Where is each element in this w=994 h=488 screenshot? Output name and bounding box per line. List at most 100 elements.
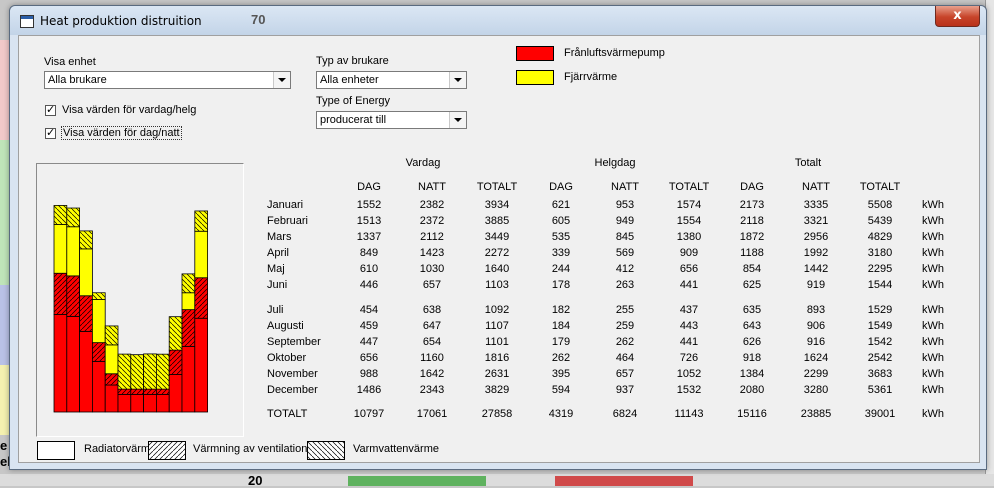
unit-label: kWh bbox=[922, 368, 944, 380]
table-cell: 255 bbox=[615, 304, 635, 316]
table-cell: 3449 bbox=[484, 231, 510, 243]
table-cell: 443 bbox=[679, 320, 699, 332]
client-area: Visa enhet Alla brukare Visa värden för … bbox=[18, 35, 980, 463]
table-cell: 182 bbox=[551, 304, 571, 316]
column-header: NATT bbox=[611, 181, 639, 193]
table-cell: 3335 bbox=[803, 199, 829, 211]
table-cell: 726 bbox=[679, 352, 699, 364]
table-cell: 339 bbox=[551, 247, 571, 259]
row-month-label: Oktober bbox=[267, 352, 307, 364]
table-cell: 1513 bbox=[356, 215, 382, 227]
column-header: TOTALT bbox=[668, 181, 710, 193]
table-cell: 244 bbox=[551, 263, 571, 275]
table-cell: 1640 bbox=[484, 263, 510, 275]
table-cell: 3934 bbox=[484, 199, 510, 211]
unit-label: kWh bbox=[922, 320, 944, 332]
total-cell: 39001 bbox=[864, 408, 896, 420]
column-header: DAG bbox=[549, 181, 573, 193]
table-cell: 179 bbox=[551, 336, 571, 348]
table-cell: 1486 bbox=[356, 384, 382, 396]
table-cell: 3321 bbox=[803, 215, 829, 227]
table-cell: 918 bbox=[742, 352, 762, 364]
table-cell: 916 bbox=[806, 336, 826, 348]
total-cell: 17061 bbox=[416, 408, 448, 420]
table-cell: 178 bbox=[551, 279, 571, 291]
table-cell: 3280 bbox=[803, 384, 829, 396]
table-cell: 5361 bbox=[867, 384, 893, 396]
table-cell: 626 bbox=[742, 336, 762, 348]
table-cell: 638 bbox=[422, 304, 442, 316]
table-cell: 1384 bbox=[739, 368, 765, 380]
table-cell: 949 bbox=[615, 215, 635, 227]
table-cell: 1442 bbox=[803, 263, 829, 275]
unit-label: kWh bbox=[922, 263, 944, 275]
table-cell: 953 bbox=[615, 199, 635, 211]
table-cell: 262 bbox=[551, 352, 571, 364]
table-cell: 906 bbox=[806, 320, 826, 332]
table-cell: 263 bbox=[615, 279, 635, 291]
table-cell: 412 bbox=[615, 263, 635, 275]
bg-red-bar bbox=[555, 476, 693, 486]
table-cell: 1642 bbox=[419, 368, 445, 380]
table-cell: 1188 bbox=[740, 247, 764, 259]
table-cell: 1423 bbox=[419, 247, 445, 259]
window-title: Heat produktion distruition bbox=[40, 14, 202, 28]
table-cell: 2382 bbox=[419, 199, 445, 211]
table-cell: 395 bbox=[551, 368, 571, 380]
column-header: NATT bbox=[418, 181, 446, 193]
title-bar[interactable]: Heat produktion distruition 70 x bbox=[10, 6, 986, 35]
table-cell: 849 bbox=[359, 247, 379, 259]
table-cell: 656 bbox=[679, 263, 699, 275]
table-cell: 893 bbox=[806, 304, 826, 316]
unit-label: kWh bbox=[922, 336, 944, 348]
bg-green-bar bbox=[348, 476, 486, 486]
table-cell: 1160 bbox=[420, 352, 444, 364]
total-cell: 27858 bbox=[481, 408, 513, 420]
total-cell: 23885 bbox=[800, 408, 832, 420]
column-header: DAG bbox=[740, 181, 764, 193]
group-header-helgdag: Helgdag bbox=[594, 157, 636, 169]
table-cell: 1992 bbox=[803, 247, 829, 259]
table-cell: 454 bbox=[359, 304, 379, 316]
energy-table: Vardag Helgdag Totalt DAG NATT TOTALT DAG NA… bbox=[19, 36, 979, 462]
column-header: TOTALT bbox=[476, 181, 518, 193]
table-cell: 2295 bbox=[867, 263, 893, 275]
unit-label: kWh bbox=[922, 247, 944, 259]
table-cell: 1103 bbox=[485, 279, 509, 291]
total-cell: 15116 bbox=[737, 408, 767, 420]
table-cell: 3180 bbox=[867, 247, 893, 259]
table-cell: 1542 bbox=[867, 336, 893, 348]
unit-label: kWh bbox=[922, 304, 944, 316]
table-cell: 1030 bbox=[419, 263, 445, 275]
table-cell: 437 bbox=[679, 304, 699, 316]
table-cell: 656 bbox=[359, 352, 379, 364]
table-cell: 1552 bbox=[356, 199, 382, 211]
unit-label: kWh bbox=[922, 384, 944, 396]
table-cell: 446 bbox=[359, 279, 379, 291]
table-cell: 854 bbox=[742, 263, 762, 275]
table-cell: 1532 bbox=[676, 384, 702, 396]
close-button[interactable]: x bbox=[935, 6, 980, 27]
table-cell: 1624 bbox=[803, 352, 829, 364]
group-header-totalt: Totalt bbox=[794, 157, 822, 169]
table-cell: 3885 bbox=[484, 215, 510, 227]
table-cell: 2631 bbox=[484, 368, 510, 380]
table-cell: 184 bbox=[551, 320, 571, 332]
table-cell: 605 bbox=[551, 215, 571, 227]
table-cell: 459 bbox=[359, 320, 379, 332]
table-cell: 643 bbox=[742, 320, 762, 332]
unit-label: kWh bbox=[922, 408, 944, 420]
table-cell: 909 bbox=[679, 247, 699, 259]
table-cell: 535 bbox=[551, 231, 571, 243]
table-cell: 845 bbox=[615, 231, 635, 243]
bg-letter: e bbox=[0, 438, 8, 453]
row-month-label: Juni bbox=[267, 279, 288, 291]
table-cell: 1544 bbox=[867, 279, 893, 291]
table-cell: 2542 bbox=[867, 352, 893, 364]
table-cell: 441 bbox=[679, 336, 699, 348]
table-cell: 2272 bbox=[484, 247, 510, 259]
table-cell: 2343 bbox=[419, 384, 445, 396]
table-cell: 1337 bbox=[356, 231, 382, 243]
table-cell: 5439 bbox=[867, 215, 893, 227]
table-cell: 1107 bbox=[485, 320, 509, 332]
